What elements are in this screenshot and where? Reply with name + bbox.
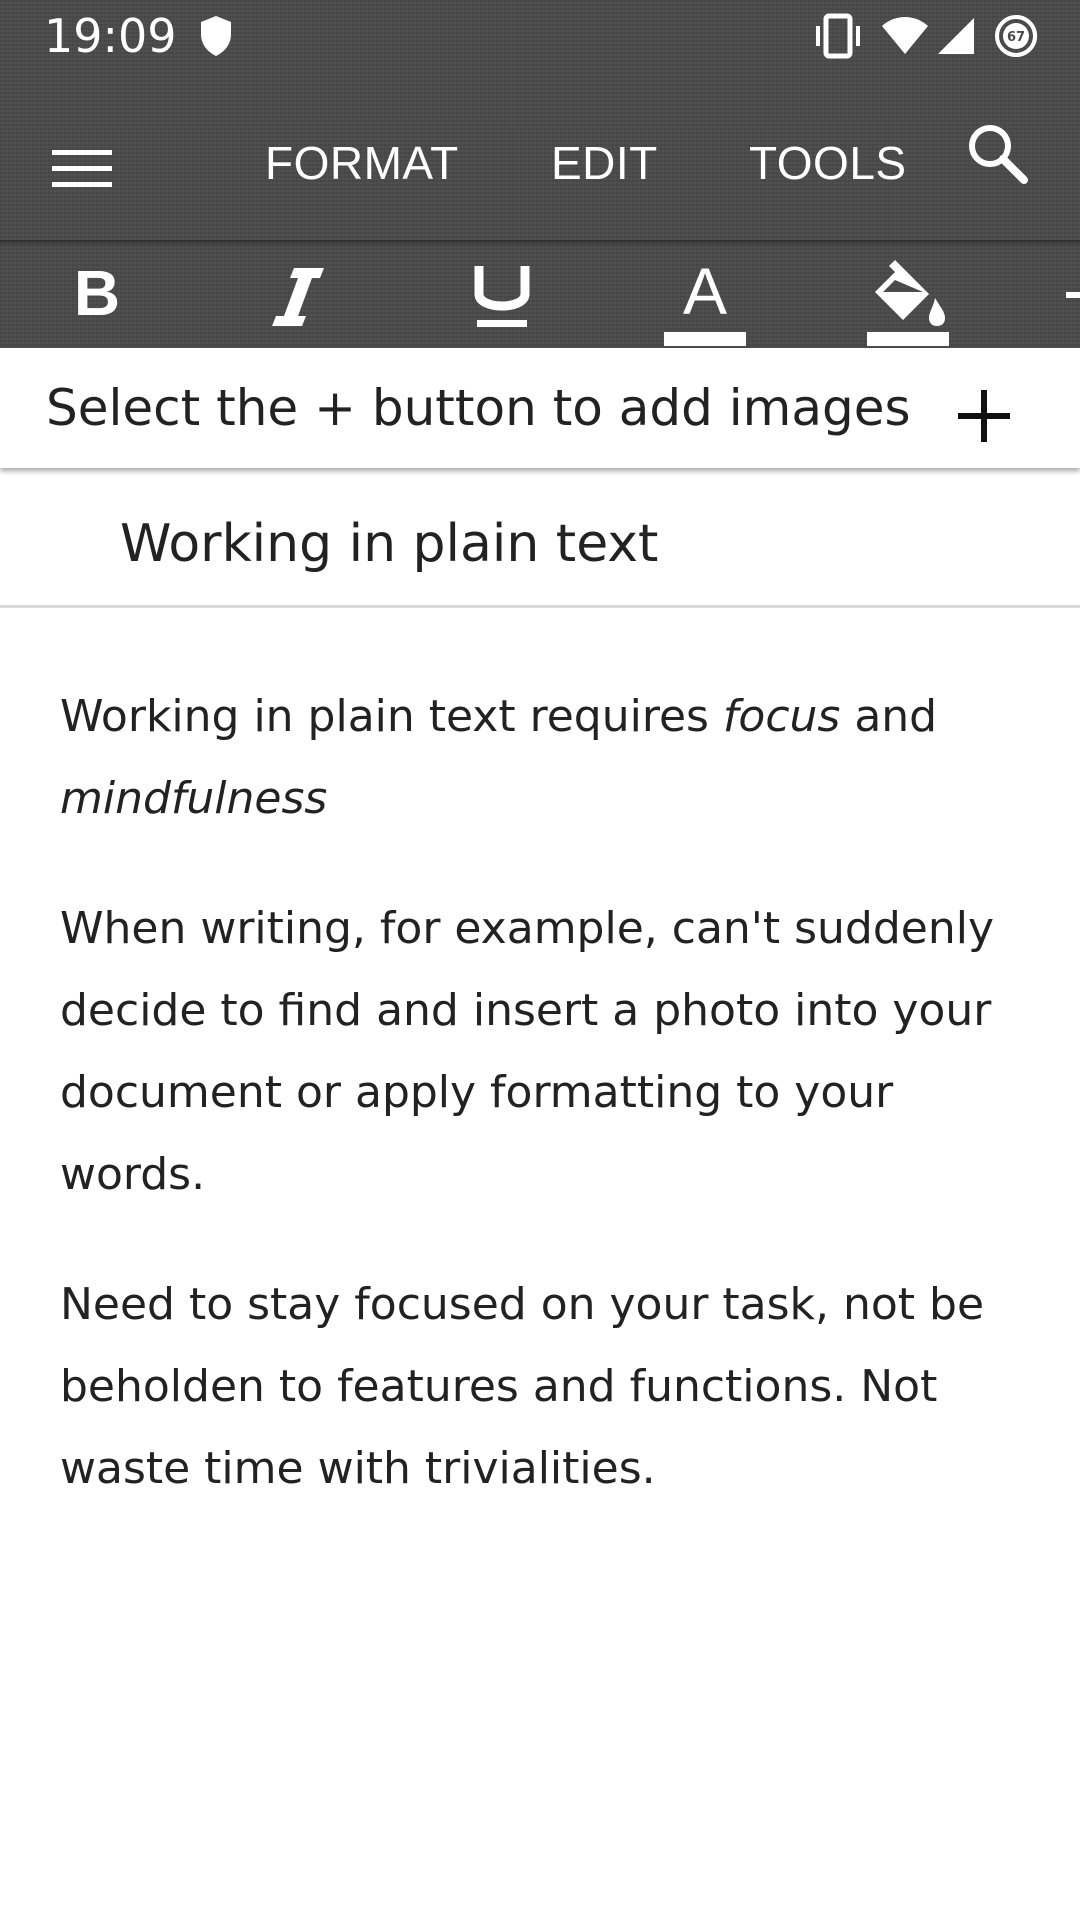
status-time: 19:09	[44, 9, 177, 63]
tab-tools[interactable]: TOOLS	[749, 130, 907, 196]
paragraph: When writing, for example, can't suddenl…	[60, 903, 995, 1200]
paragraph: Need to stay focused on your task, not b…	[60, 1279, 985, 1494]
vibrate-icon	[812, 12, 864, 64]
svg-text:67: 67	[1007, 30, 1025, 45]
text-color-icon: A	[660, 254, 750, 348]
image-hint-bar: Select the + button to add images	[0, 348, 1080, 468]
hamburger-menu-icon[interactable]	[44, 140, 120, 200]
underline-icon	[457, 266, 547, 342]
status-bar: 19:09 67	[0, 0, 1080, 72]
image-hint-text: Select the + button to add images	[46, 379, 911, 437]
underline-button[interactable]	[457, 258, 547, 348]
text-color-button[interactable]: A	[660, 254, 750, 348]
plus-icon	[952, 390, 1016, 452]
tab-format[interactable]: FORMAT	[265, 130, 459, 196]
paragraph: Working in plain text requires focus and…	[60, 676, 1020, 840]
formatting-toolbar: B A	[0, 240, 1080, 348]
italic-button[interactable]	[254, 258, 344, 348]
italic-icon	[254, 268, 344, 342]
cell-signal-icon	[936, 16, 976, 60]
paragraph-text: and	[840, 691, 938, 742]
italic-text: mindfulness	[60, 773, 328, 824]
app-bar: 19:09 67 FORMAT EDIT TOOLS	[0, 0, 1080, 240]
toolbar-overflow-icon[interactable]	[1066, 292, 1080, 298]
search-icon[interactable]	[960, 118, 1036, 194]
bold-button[interactable]: B	[52, 258, 142, 348]
battery-icon: 67	[994, 14, 1038, 62]
fill-color-button[interactable]	[863, 258, 953, 348]
tab-edit[interactable]: EDIT	[551, 130, 658, 196]
italic-text: focus	[722, 691, 841, 742]
add-image-button[interactable]	[952, 384, 1016, 448]
document-title-row: Working in plain text	[0, 472, 1080, 608]
wifi-icon	[880, 16, 930, 60]
document-body[interactable]: Working in plain text requires focus and…	[60, 676, 1020, 1558]
paint-bucket-icon	[863, 260, 953, 348]
svg-text:A: A	[683, 258, 727, 328]
document-title[interactable]: Working in plain text	[120, 512, 658, 576]
paragraph-text: Working in plain text requires	[60, 691, 723, 742]
shield-icon	[198, 14, 234, 62]
bold-icon: B	[73, 257, 121, 329]
